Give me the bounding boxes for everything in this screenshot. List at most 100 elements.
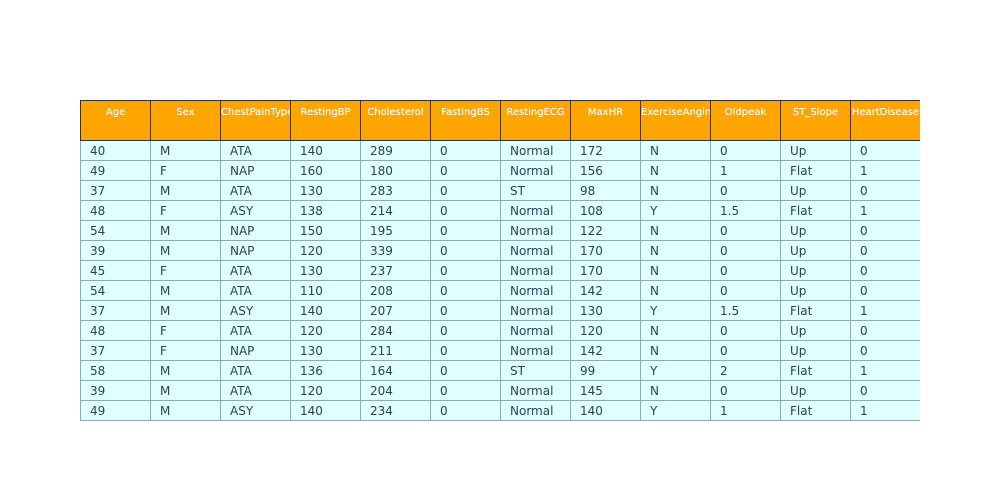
table-cell: 195 [360, 220, 431, 241]
table-cell: ASY [220, 300, 291, 321]
table-row: 48 F ATA 120 284 0 Normal 120 N 0 Up 0 [80, 320, 920, 341]
table-cell: NAP [220, 220, 291, 241]
table-cell: N [640, 220, 711, 241]
table-cell: 48 [80, 320, 151, 341]
table-cell: 37 [80, 340, 151, 361]
header-label: RestingECG [506, 107, 565, 118]
table-cell: Y [640, 400, 711, 421]
header-restingecg: RestingECG [500, 100, 571, 141]
table-cell: 164 [360, 360, 431, 381]
table-cell: 108 [570, 200, 641, 221]
table-cell: N [640, 160, 711, 181]
table-cell: Normal [500, 340, 571, 361]
table-cell: 0 [430, 220, 501, 241]
table-cell: 0 [850, 180, 920, 201]
table-row: 39 M NAP 120 339 0 Normal 170 N 0 Up 0 [80, 240, 920, 261]
table-cell: M [150, 220, 221, 241]
table-cell: ATA [220, 280, 291, 301]
table-cell: Flat [780, 200, 851, 221]
table-cell: 207 [360, 300, 431, 321]
table-cell: Up [780, 340, 851, 361]
table-row: 40 M ATA 140 289 0 Normal 172 N 0 Up 0 [80, 140, 920, 161]
table-cell: 339 [360, 240, 431, 261]
table-cell: Flat [780, 360, 851, 381]
table-cell: Up [780, 240, 851, 261]
table-cell: 0 [710, 260, 781, 281]
table-cell: Normal [500, 220, 571, 241]
header-label: ChestPainType [221, 107, 291, 118]
table-cell: ATA [220, 140, 291, 161]
header-st-slope: ST_Slope [780, 100, 851, 141]
table-cell: N [640, 180, 711, 201]
data-table-container: Age Sex ChestPainType RestingBP Choleste… [80, 100, 920, 421]
table-cell: F [150, 340, 221, 361]
table-cell: F [150, 200, 221, 221]
table-cell: NAP [220, 240, 291, 261]
table-cell: Flat [780, 160, 851, 181]
table-cell: 1 [710, 400, 781, 421]
table-cell: ST [500, 360, 571, 381]
table-cell: Normal [500, 260, 571, 281]
table-cell: Up [780, 280, 851, 301]
table-cell: Y [640, 360, 711, 381]
table-cell: Normal [500, 380, 571, 401]
table-row: 54 M NAP 150 195 0 Normal 122 N 0 Up 0 [80, 220, 920, 241]
header-oldpeak: Oldpeak [710, 100, 781, 141]
table-cell: M [150, 380, 221, 401]
table-cell: ST [500, 180, 571, 201]
header-label: ST_Slope [792, 107, 839, 118]
table-cell: 0 [710, 180, 781, 201]
table-cell: 0 [850, 260, 920, 281]
table-cell: ATA [220, 180, 291, 201]
table-cell: 140 [290, 400, 361, 421]
table-cell: N [640, 320, 711, 341]
table-cell: 0 [850, 320, 920, 341]
table-cell: 142 [570, 340, 641, 361]
table-cell: NAP [220, 160, 291, 181]
table-cell: Normal [500, 160, 571, 181]
table-cell: F [150, 160, 221, 181]
table-cell: 110 [290, 280, 361, 301]
table-cell: 0 [710, 380, 781, 401]
table-cell: M [150, 280, 221, 301]
table-cell: 0 [430, 400, 501, 421]
header-label: Age [105, 107, 126, 118]
table-cell: F [150, 320, 221, 341]
table-row: 37 M ASY 140 207 0 Normal 130 Y 1.5 Flat 1 [80, 300, 920, 321]
table-cell: Up [780, 380, 851, 401]
table-cell: Flat [780, 300, 851, 321]
table-cell: 160 [290, 160, 361, 181]
table-cell: 54 [80, 280, 151, 301]
table-row: 39 M ATA 120 204 0 Normal 145 N 0 Up 0 [80, 380, 920, 401]
table-cell: Up [780, 260, 851, 281]
table-row: 49 F NAP 160 180 0 Normal 156 N 1 Flat 1 [80, 160, 920, 181]
table-cell: ASY [220, 200, 291, 221]
table-header-row: Age Sex ChestPainType RestingBP Choleste… [80, 100, 920, 141]
header-label: Oldpeak [724, 107, 767, 118]
table-cell: 208 [360, 280, 431, 301]
table-cell: Y [640, 200, 711, 221]
table-cell: 0 [430, 160, 501, 181]
table-cell: 140 [290, 300, 361, 321]
table-cell: Y [640, 300, 711, 321]
table-cell: 0 [430, 260, 501, 281]
table-cell: 49 [80, 400, 151, 421]
table-cell: 140 [290, 140, 361, 161]
table-cell: N [640, 260, 711, 281]
table-cell: 48 [80, 200, 151, 221]
table-cell: 0 [710, 280, 781, 301]
table-row: 54 M ATA 110 208 0 Normal 142 N 0 Up 0 [80, 280, 920, 301]
header-label: Sex [176, 107, 195, 118]
table-cell: 99 [570, 360, 641, 381]
header-label: Cholesterol [367, 107, 424, 118]
table-cell: 1 [850, 400, 920, 421]
table-cell: 289 [360, 140, 431, 161]
table-cell: 122 [570, 220, 641, 241]
table-cell: Up [780, 220, 851, 241]
table-cell: 170 [570, 260, 641, 281]
table-cell: Normal [500, 200, 571, 221]
header-maxhr: MaxHR [570, 100, 641, 141]
table-cell: Normal [500, 280, 571, 301]
table-cell: ATA [220, 380, 291, 401]
header-label: MaxHR [587, 107, 624, 118]
